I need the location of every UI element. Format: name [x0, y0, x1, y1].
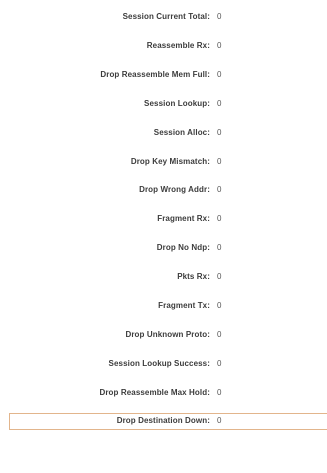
stat-row-drop-reassemble-mem-full: Drop Reassemble Mem Full: 0 [0, 67, 327, 87]
stat-row-pkts-rx: Pkts Rx: 0 [0, 269, 327, 289]
stat-row-fragment-tx: Fragment Tx: 0 [0, 298, 327, 318]
stat-value: 0 [217, 330, 222, 339]
stat-row-drop-wrong-addr: Drop Wrong Addr: 0 [0, 182, 327, 202]
stat-label: Drop Wrong Addr: [139, 185, 210, 194]
stat-label: Drop Reassemble Max Hold: [99, 388, 210, 397]
stat-value: 0 [217, 301, 222, 310]
stat-value: 0 [217, 99, 222, 108]
stat-label: Fragment Tx: [158, 301, 210, 310]
stat-value: 0 [217, 416, 222, 425]
stat-row-session-lookup: Session Lookup: 0 [0, 96, 327, 116]
stat-label: Session Lookup: [144, 99, 210, 108]
stat-label: Drop Key Mismatch: [130, 157, 210, 166]
stat-value: 0 [217, 70, 222, 79]
stat-value: 0 [217, 388, 222, 397]
stat-label: Drop Reassemble Mem Full: [100, 70, 210, 79]
stat-row-fragment-rx: Fragment Rx: 0 [0, 211, 327, 231]
stat-value: 0 [217, 359, 222, 368]
stat-value: 0 [217, 12, 222, 21]
stat-row-drop-no-ndp: Drop No Ndp: 0 [0, 240, 327, 260]
stat-value: 0 [217, 272, 222, 281]
stat-value: 0 [217, 41, 222, 50]
stat-value: 0 [217, 243, 222, 252]
stat-label: Drop Destination Down: [116, 416, 210, 425]
stat-label: Drop No Ndp: [156, 243, 210, 252]
stat-row-drop-destination-down[interactable]: Drop Destination Down: 0 [0, 413, 327, 433]
stat-value: 0 [217, 185, 222, 194]
stat-row-session-lookup-success: Session Lookup Success: 0 [0, 356, 327, 376]
stat-label: Session Current Total: [122, 12, 210, 21]
stat-row-drop-key-mismatch: Drop Key Mismatch: 0 [0, 154, 327, 174]
stat-row-session-current-total: Session Current Total: 0 [0, 9, 327, 29]
stat-label: Reassemble Rx: [146, 41, 210, 50]
stat-value: 0 [217, 157, 222, 166]
stat-row-session-alloc: Session Alloc: 0 [0, 125, 327, 145]
stat-label: Session Lookup Success: [108, 359, 210, 368]
stat-label: Session Alloc: [153, 128, 210, 137]
stat-value: 0 [217, 128, 222, 137]
stat-label: Pkts Rx: [177, 272, 210, 281]
stat-row-drop-reassemble-max-hold: Drop Reassemble Max Hold: 0 [0, 385, 327, 405]
stat-label: Fragment Rx: [157, 214, 210, 223]
stat-value: 0 [217, 214, 222, 223]
stat-row-drop-unknown-proto: Drop Unknown Proto: 0 [0, 327, 327, 347]
stat-row-reassemble-rx: Reassemble Rx: 0 [0, 38, 327, 58]
stat-label: Drop Unknown Proto: [125, 330, 210, 339]
